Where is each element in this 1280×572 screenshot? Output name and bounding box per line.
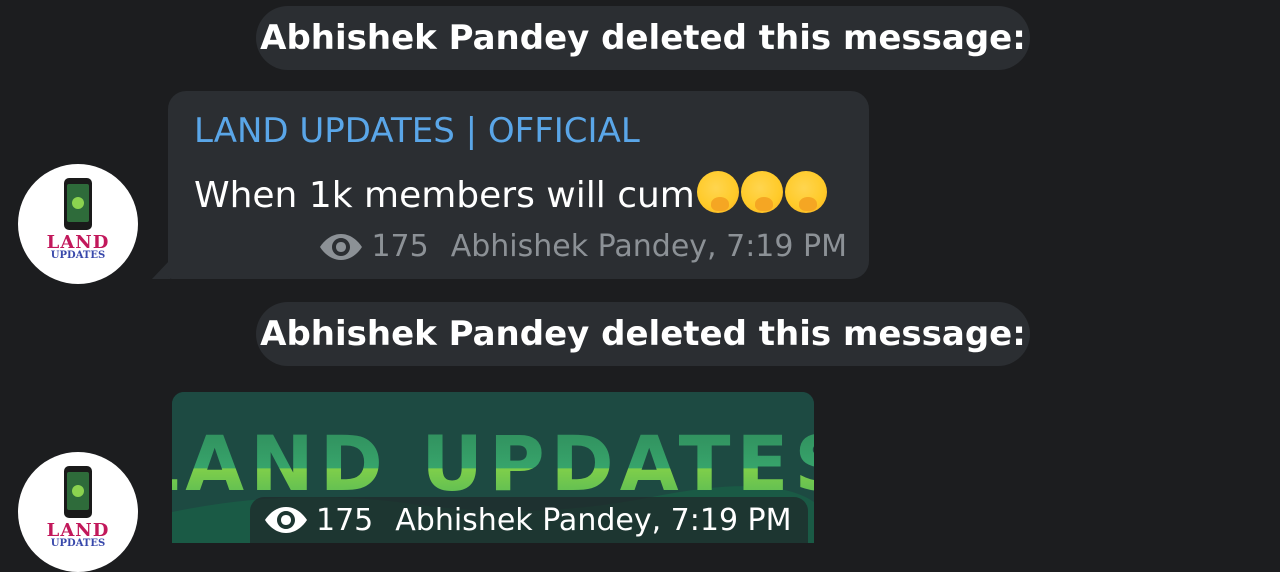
message-body: When 1k members will cum [194, 175, 695, 216]
channel-avatar[interactable]: LAND UPDATES [18, 452, 138, 572]
service-message-text: Abhishek Pandey deleted this message: [260, 18, 1026, 58]
message-bubble[interactable]: LAND UPDATES | OFFICIAL When 1k members … [168, 91, 869, 279]
service-message-deleted: Abhishek Pandey deleted this message: [256, 302, 1030, 366]
service-message-deleted: Abhishek Pandey deleted this message: [256, 6, 1030, 70]
views-count: 175 [316, 502, 374, 538]
message-signature: Abhishek Pandey, 7:19 PM [395, 502, 792, 538]
phone-logo-icon [64, 466, 92, 518]
views-count: 175 [371, 229, 429, 264]
views-eye-icon [265, 507, 307, 533]
thinking-face-emoji [696, 171, 739, 213]
message-signature: Abhishek Pandey, 7:19 PM [450, 229, 847, 264]
sticker-meta: 175 Abhishek Pandey, 7:19 PM [250, 497, 808, 543]
message-text: When 1k members will cum [194, 171, 827, 216]
channel-name[interactable]: LAND UPDATES | OFFICIAL [194, 111, 640, 151]
phone-logo-icon [64, 178, 92, 230]
views-eye-icon [320, 233, 363, 260]
service-message-text: Abhishek Pandey deleted this message: [260, 314, 1026, 354]
sticker-text: LAND UPDATES [172, 419, 814, 508]
thinking-face-emoji [740, 171, 783, 213]
avatar-logo-subtext: UPDATES [50, 250, 106, 261]
thinking-face-emoji [784, 171, 827, 213]
channel-avatar[interactable]: LAND UPDATES [18, 164, 138, 284]
message-meta: 175 Abhishek Pandey, 7:19 PM [319, 229, 847, 264]
avatar-logo-subtext: UPDATES [50, 538, 106, 549]
